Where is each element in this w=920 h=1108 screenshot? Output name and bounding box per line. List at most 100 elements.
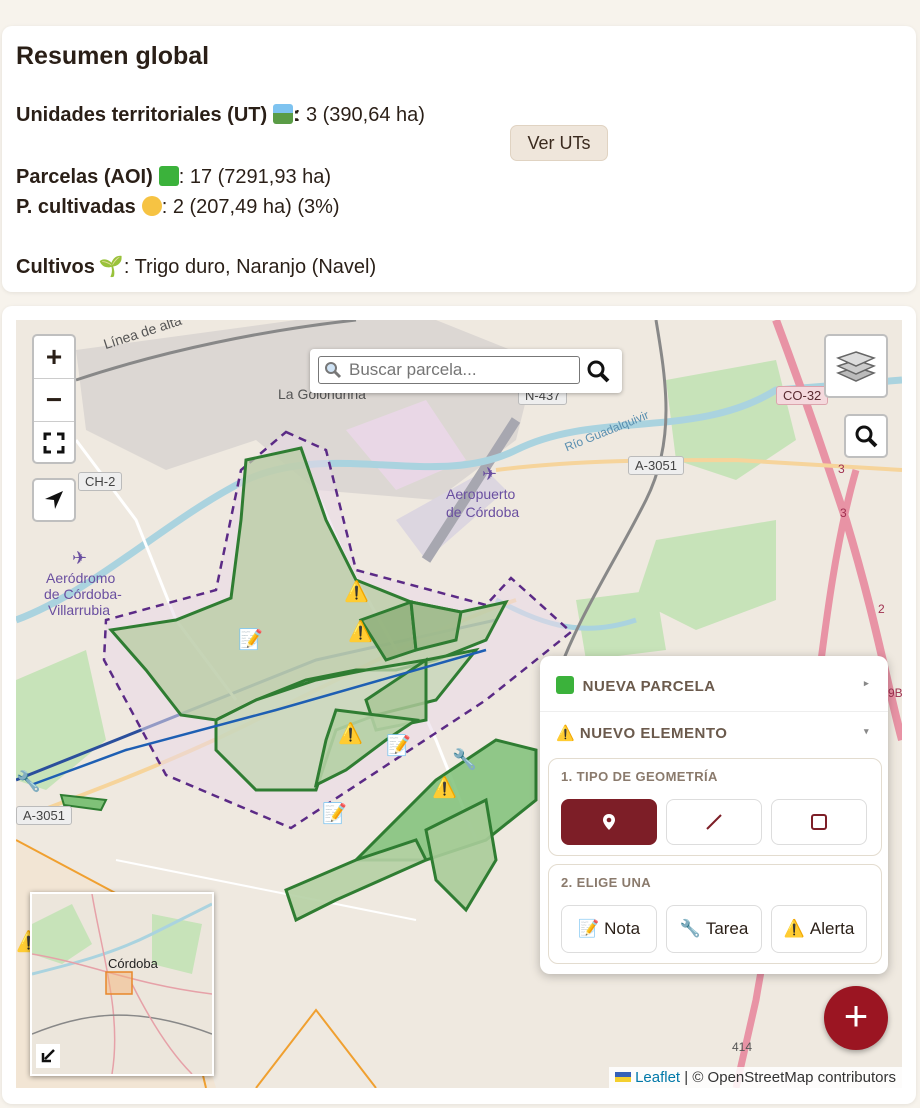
search-input[interactable] xyxy=(318,356,580,384)
zoom-out-button[interactable]: − xyxy=(34,379,74,422)
map-view[interactable]: La Golondrina Línea de alta Aeropuerto d… xyxy=(16,320,902,1088)
view-uts-button[interactable]: Ver UTs xyxy=(510,125,608,161)
summary-title: Resumen global xyxy=(16,42,210,70)
note-marker[interactable]: 📝 xyxy=(386,736,411,756)
shield-co32: CO-32 xyxy=(776,386,829,405)
line-icon xyxy=(706,814,722,830)
crops-label: Cultivos xyxy=(16,256,95,278)
task-button[interactable]: 🔧 Tarea xyxy=(666,905,762,953)
task-marker[interactable]: 🔧 xyxy=(452,750,477,770)
memo-icon: 📝 xyxy=(577,919,600,938)
task-label: Tarea xyxy=(705,919,749,938)
minimap[interactable]: Córdoba xyxy=(30,892,214,1076)
square-icon xyxy=(811,814,827,830)
aoi-value: : 17 (7291,93 ha) xyxy=(178,166,332,188)
warning-icon: ⚠️ xyxy=(783,919,805,938)
map-card: La Golondrina Línea de alta Aeropuerto d… xyxy=(2,306,916,1104)
step1-label: 1. TIPO DE GEOMETRÍA xyxy=(561,769,718,784)
label-aeropuerto-2: de Córdoba xyxy=(446,504,520,520)
label-aeropuerto: Aeropuerto xyxy=(446,486,516,502)
geometry-polygon-button[interactable] xyxy=(771,799,867,845)
label-aerodromo: Aeródromo xyxy=(46,570,116,586)
seedling-icon: 🌱 xyxy=(98,256,124,278)
crops-value: : Trigo duro, Naranjo (Navel) xyxy=(123,256,377,278)
alert-label: Alerta xyxy=(809,919,855,938)
new-element-toggle[interactable]: ⚠️ NUEVO ELEMENTO ▾ xyxy=(556,724,869,742)
shield-3a: 3 xyxy=(838,462,845,476)
minimap-toggle-button[interactable] xyxy=(36,1044,60,1068)
shield-a3051-east: A-3051 xyxy=(628,456,684,475)
aoi-label: Parcelas (AOI) xyxy=(16,166,153,188)
parcel-search xyxy=(310,349,622,393)
alert-marker[interactable]: ⚠️ xyxy=(432,778,457,798)
location-arrow-icon xyxy=(45,491,63,509)
caret-right-icon: ▸ xyxy=(864,678,870,688)
sun-icon xyxy=(141,196,162,216)
note-marker[interactable]: 📝 xyxy=(238,630,263,650)
alert-marker[interactable]: ⚠️ xyxy=(348,622,373,642)
add-fab-button[interactable]: + xyxy=(824,986,888,1050)
divider xyxy=(540,711,888,712)
cultivated-line: P. cultivadas : 2 (207,49 ha) (3%) xyxy=(16,196,340,219)
zoom-control: + − xyxy=(32,334,76,464)
wrench-icon: 🔧 xyxy=(679,919,701,938)
step2-label: 2. ELIGE UNA xyxy=(561,875,652,890)
fullscreen-button[interactable] xyxy=(34,422,74,464)
geometry-line-button[interactable] xyxy=(666,799,762,845)
minimap-label-cordoba: Córdoba xyxy=(108,956,158,971)
osm-attribution: | © OpenStreetMap contributors xyxy=(680,1069,896,1086)
geocoder-button[interactable] xyxy=(844,414,888,458)
alert-marker[interactable]: ⚠️ xyxy=(338,724,363,744)
search-button[interactable] xyxy=(586,359,610,383)
note-label: Nota xyxy=(604,919,641,938)
search-icon xyxy=(325,362,342,379)
collapse-arrow-icon xyxy=(41,1049,55,1063)
shield-3b: 3 xyxy=(840,506,847,520)
create-element-panel: NUEVA PARCELA ▸ ⚠️ NUEVO ELEMENTO ▾ 1. T… xyxy=(540,656,888,974)
summary-card: Resumen global Unidades territoriales (U… xyxy=(2,26,916,292)
shield-a3051-west: A-3051 xyxy=(16,806,72,825)
magnifier-icon xyxy=(855,425,878,448)
ut-line: Unidades territoriales (UT):: 3 (390,64 … xyxy=(16,104,425,126)
map-pin-icon xyxy=(603,814,615,830)
fullscreen-icon xyxy=(43,432,65,454)
leaflet-link[interactable]: Leaflet xyxy=(635,1069,680,1086)
alert-marker[interactable]: ⚠️ xyxy=(344,582,369,602)
ut-label: Unidades territoriales (UT) xyxy=(16,104,268,126)
aerodrome-icon: ✈ xyxy=(72,548,88,568)
shield-9b: 9B xyxy=(888,686,902,700)
new-element-label: NUEVO ELEMENTO xyxy=(579,725,728,742)
zoom-in-button[interactable]: + xyxy=(34,336,74,379)
new-parcel-label: NUEVA PARCELA xyxy=(582,678,716,695)
layers-button[interactable] xyxy=(824,334,888,398)
green-square-icon xyxy=(556,676,574,694)
shield-ch2: CH-2 xyxy=(78,472,123,491)
note-marker[interactable]: 📝 xyxy=(322,804,347,824)
alert-button[interactable]: ⚠️ Alerta xyxy=(771,905,867,953)
aoi-line: Parcelas (AOI) : 17 (7291,93 ha) xyxy=(16,166,331,189)
geometry-point-button[interactable] xyxy=(561,799,657,845)
ukraine-flag-icon xyxy=(615,1072,632,1082)
warning-icon: ⚠️ xyxy=(556,725,576,742)
map-attribution: Leaflet | © OpenStreetMap contributors xyxy=(609,1067,902,1088)
shield-414: 414 xyxy=(732,1040,753,1054)
label-aerodromo-3: Villarrubia xyxy=(48,602,110,618)
crops-line: Cultivos 🌱: Trigo duro, Naranjo (Navel) xyxy=(16,254,376,279)
label-aerodromo-2: de Córdoba- xyxy=(44,586,122,602)
task-marker[interactable]: 🔧 xyxy=(16,772,41,792)
new-parcel-toggle[interactable]: NUEVA PARCELA ▸ xyxy=(556,676,869,695)
note-button[interactable]: 📝 Nota xyxy=(561,905,657,953)
element-type-section: 2. ELIGE UNA 📝 Nota 🔧 Tarea ⚠️ Alerta xyxy=(548,864,882,964)
cultivated-label: P. cultivadas xyxy=(16,196,136,218)
green-square-icon xyxy=(158,166,179,186)
cultivated-value: : 2 (207,49 ha) (3%) xyxy=(161,196,340,218)
landscape-icon xyxy=(273,104,294,124)
ut-value: : 3 (390,64 ha) xyxy=(294,104,425,126)
layers-icon xyxy=(836,351,876,382)
airport-icon: ✈ xyxy=(482,464,498,484)
plus-icon: + xyxy=(843,992,869,1039)
locate-button[interactable] xyxy=(32,478,76,522)
shield-2: 2 xyxy=(878,602,885,616)
geometry-type-section: 1. TIPO DE GEOMETRÍA xyxy=(548,758,882,856)
caret-down-icon: ▾ xyxy=(864,726,870,736)
